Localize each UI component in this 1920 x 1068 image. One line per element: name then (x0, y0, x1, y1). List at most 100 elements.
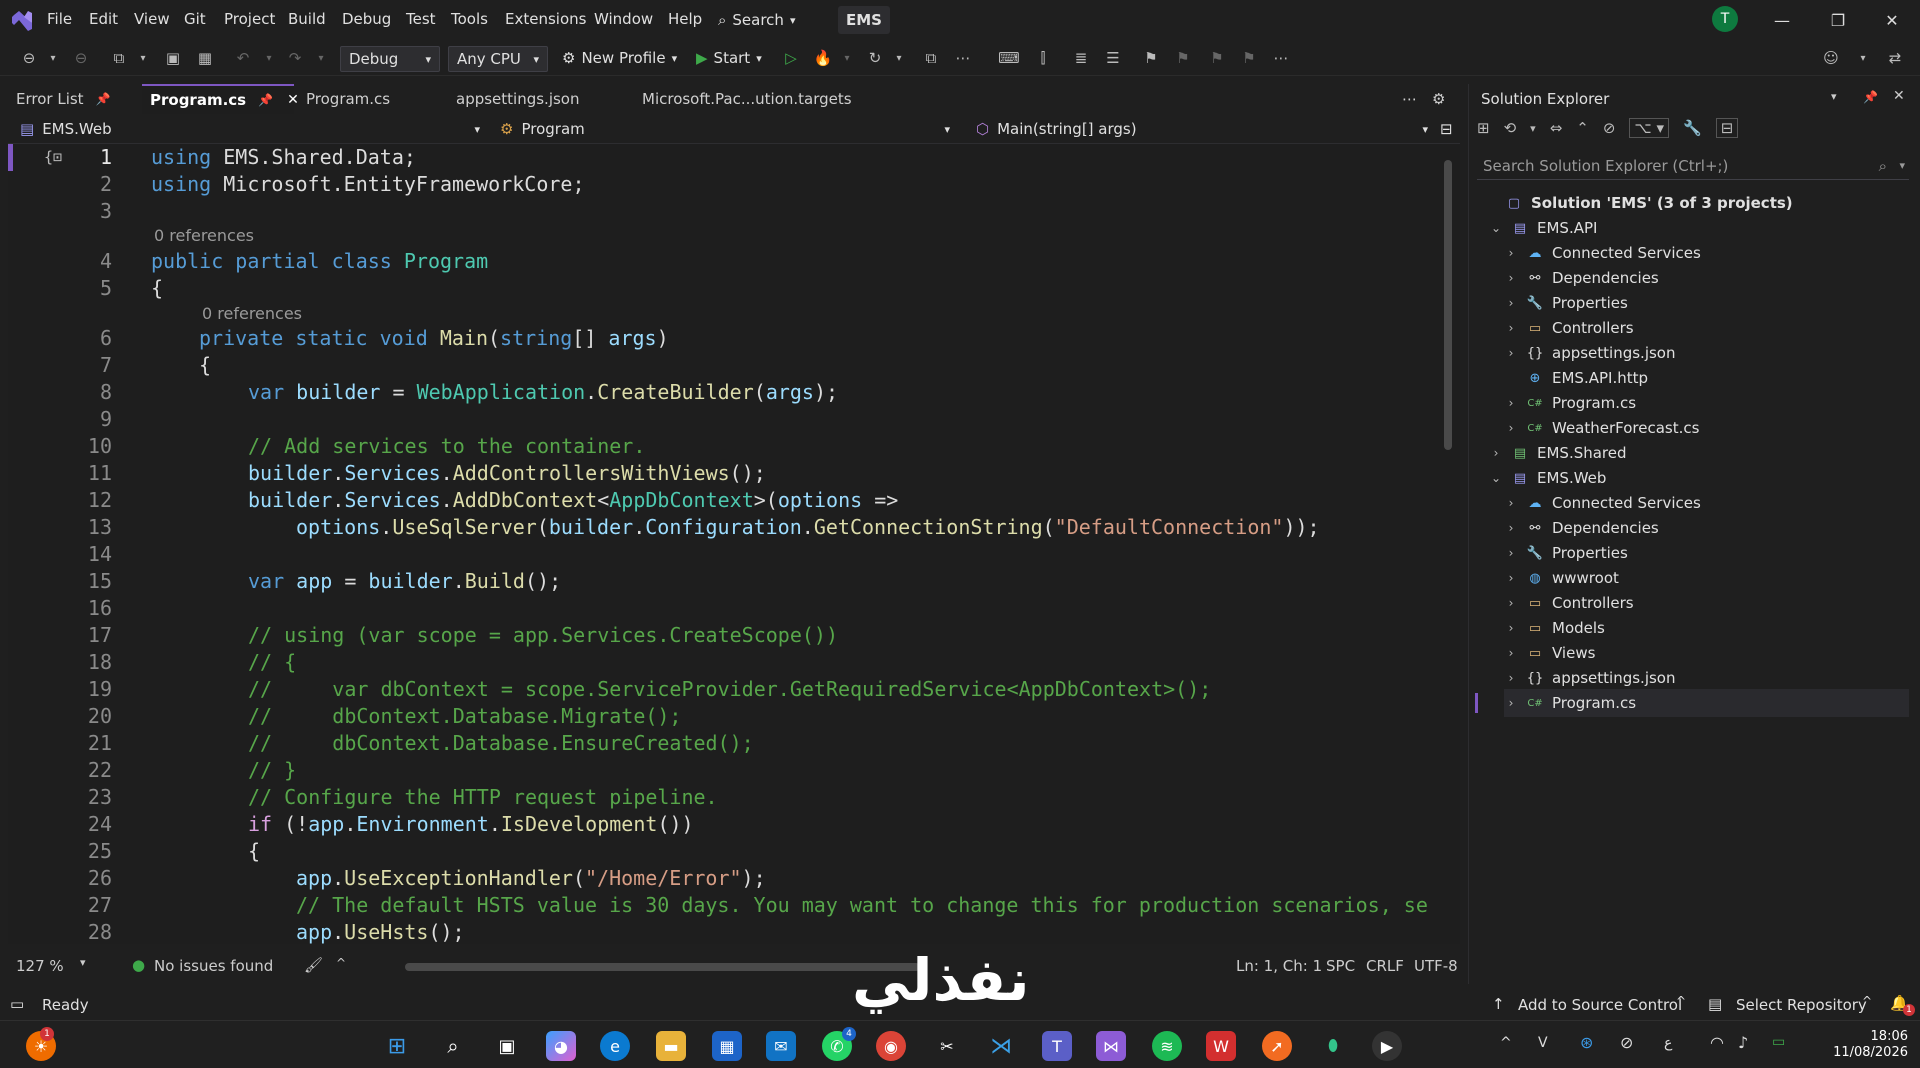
tree-item-wwwroot[interactable]: › ◍ wwwroot (1504, 564, 1920, 592)
menu-view[interactable]: View (134, 10, 170, 28)
chevron-up-icon[interactable]: ^ (336, 956, 346, 970)
code-editor[interactable]: {⊡ 1 using EMS.Shared.Data; 2 using Micr… (8, 144, 1460, 944)
clear-bookmarks-icon[interactable]: ⚑ (1238, 48, 1260, 68)
chevron-up-icon[interactable]: ^ (1676, 994, 1686, 1008)
chevron-right-icon[interactable]: › (1504, 346, 1518, 360)
chevron-right-icon[interactable]: › (1504, 621, 1518, 635)
menu-help[interactable]: Help (668, 10, 702, 28)
restore-icon[interactable]: ❐ (1826, 8, 1850, 32)
comment-icon[interactable]: ⌨ (998, 48, 1020, 68)
tree-item-weatherforecast[interactable]: › C# WeatherForecast.cs (1504, 414, 1920, 442)
tree-item-appsettings[interactable]: › {} appsettings.json (1504, 664, 1920, 692)
tree-item-program-cs[interactable]: › C# Program.cs (1504, 389, 1920, 417)
bluetooth-icon[interactable]: ⊛ (1580, 1033, 1593, 1052)
preview-icon[interactable]: ⊟ (1715, 118, 1739, 138)
project-dropdown[interactable]: ▤ EMS.Web ▾ (20, 118, 480, 140)
tree-item-properties[interactable]: › 🔧 Properties (1504, 289, 1920, 317)
copilot-icon[interactable]: ◕ (546, 1031, 576, 1061)
system-clock[interactable]: 18:06 11/08/2026 (1818, 1029, 1908, 1061)
menu-project[interactable]: Project (224, 10, 275, 28)
tree-solution-root[interactable]: ▢ Solution 'EMS' (3 of 3 projects) (1505, 189, 1920, 217)
postman-icon[interactable]: ➚ (1262, 1031, 1292, 1061)
menu-build[interactable]: Build (288, 10, 326, 28)
start-without-debugging-icon[interactable]: ▷ (780, 48, 802, 68)
start-button[interactable]: ▶ Start ▾ (696, 49, 762, 67)
codelens-references[interactable]: 0 references (154, 226, 254, 245)
menu-test[interactable]: Test (406, 10, 436, 28)
file-encoding[interactable]: UTF-8 (1414, 957, 1458, 975)
vertical-scrollbar[interactable] (1444, 160, 1452, 450)
live-share-icon[interactable]: ⇄ (1884, 48, 1906, 68)
tree-project-ems-api[interactable]: ⌄ ▤ EMS.API (1489, 214, 1920, 242)
tree-project-ems-web[interactable]: ⌄ ▤ EMS.Web (1489, 464, 1920, 492)
copilot-dropdown-icon[interactable]: ▾ (1852, 48, 1874, 68)
chevron-right-icon[interactable]: › (1504, 321, 1518, 335)
configuration-dropdown[interactable]: Debug ▾ (340, 46, 440, 72)
forward-icon[interactable]: ⊖ (70, 48, 92, 68)
chevron-right-icon[interactable]: › (1504, 246, 1518, 260)
member-dropdown[interactable]: ⬡ Main(string[] args) ▾ (976, 118, 1428, 140)
menu-git[interactable]: Git (184, 10, 206, 28)
chevron-down-icon[interactable]: ⌄ (1489, 471, 1503, 485)
select-repository[interactable]: Select Repository (1736, 996, 1867, 1014)
tree-item-dependencies[interactable]: › ⚯ Dependencies (1504, 264, 1920, 292)
zoom-level[interactable]: 127 % (16, 957, 64, 975)
no-sync-icon[interactable]: ⊘ (1620, 1033, 1633, 1052)
avatar[interactable]: T (1712, 6, 1738, 32)
copilot-icon[interactable]: ☺ (1820, 48, 1842, 68)
menu-file[interactable]: File (47, 10, 72, 28)
tree-item-connected-services[interactable]: › ☁ Connected Services (1504, 239, 1920, 267)
media-player-icon[interactable]: ▶ (1372, 1031, 1402, 1061)
show-all-files-icon[interactable]: ⊘ (1603, 119, 1616, 137)
pin-icon[interactable]: 📌 (258, 93, 273, 107)
tab-overflow-icon[interactable]: ⋯ (1402, 84, 1422, 114)
menu-debug[interactable]: Debug (342, 10, 391, 28)
wifi-icon[interactable]: ◠ (1710, 1033, 1724, 1052)
chevron-up-icon[interactable]: ^ (1500, 1035, 1512, 1051)
chevron-right-icon[interactable]: › (1504, 546, 1518, 560)
tree-item-dependencies[interactable]: › ⚯ Dependencies (1504, 514, 1920, 542)
visual-studio-icon[interactable]: ⋈ (1096, 1031, 1126, 1061)
chevron-right-icon[interactable]: › (1504, 271, 1518, 285)
tree-item-appsettings[interactable]: › {} appsettings.json (1504, 339, 1920, 367)
menu-tools[interactable]: Tools (451, 10, 488, 28)
back-icon[interactable]: ⊖ (18, 48, 40, 68)
brush-icon[interactable]: 🖌 (304, 956, 323, 974)
chevron-right-icon[interactable]: › (1504, 696, 1518, 710)
hot-reload-icon[interactable]: 🔥 (812, 48, 834, 68)
chevron-down-icon[interactable]: ⌄ (1489, 221, 1503, 235)
tree-item-views[interactable]: › ▭ Views (1504, 639, 1920, 667)
next-bookmark-icon[interactable]: ⚑ (1206, 48, 1228, 68)
undo-dropdown-icon[interactable]: ▾ (258, 48, 280, 68)
prev-bookmark-icon[interactable]: ⚑ (1172, 48, 1194, 68)
chevron-right-icon[interactable]: › (1504, 571, 1518, 585)
mongodb-icon[interactable]: ⬮ (1318, 1031, 1348, 1061)
save-all-icon[interactable]: ▦ (194, 48, 216, 68)
bookmark-icon[interactable]: ⚑ (1140, 48, 1162, 68)
back-dropdown-icon[interactable]: ▾ (42, 48, 64, 68)
edge-icon[interactable]: e (600, 1031, 630, 1061)
properties-icon[interactable]: 🔧 (1683, 119, 1702, 137)
codelens-references[interactable]: 0 references (202, 304, 302, 323)
profile-dropdown[interactable]: ⚙ New Profile ▾ (562, 49, 677, 67)
menu-edit[interactable]: Edit (89, 10, 118, 28)
tab-program-cs[interactable]: Program.cs (298, 84, 438, 114)
more-icon[interactable]: ⋯ (1270, 48, 1292, 68)
minimize-icon[interactable]: — (1770, 8, 1794, 32)
menu-window[interactable]: Window (594, 10, 653, 28)
redo-icon[interactable]: ↷ (284, 48, 306, 68)
split-editor-icon[interactable]: ⊟ (1440, 118, 1456, 140)
refresh-dropdown-icon[interactable]: ▾ (888, 48, 910, 68)
cursor-position[interactable]: Ln: 1, Ch: 1 (1236, 957, 1322, 975)
tree-item-controllers[interactable]: › ▭ Controllers (1504, 589, 1920, 617)
task-view-icon[interactable]: ▣ (492, 1031, 522, 1061)
search-button[interactable]: ⌕ Search ▾ (718, 8, 795, 32)
volume-icon[interactable]: ♪ (1738, 1033, 1748, 1052)
issues-status[interactable]: No issues found (154, 957, 273, 975)
compare-icon[interactable]: ⫿ (1032, 48, 1054, 68)
tree-item-program-cs-selected[interactable]: › C# Program.cs (1504, 689, 1909, 717)
save-icon[interactable]: ▣ (162, 48, 184, 68)
chevron-right-icon[interactable]: › (1489, 446, 1503, 460)
visual-studio-logo-icon[interactable] (10, 7, 36, 33)
chrome-icon[interactable]: ◉ (876, 1031, 906, 1061)
